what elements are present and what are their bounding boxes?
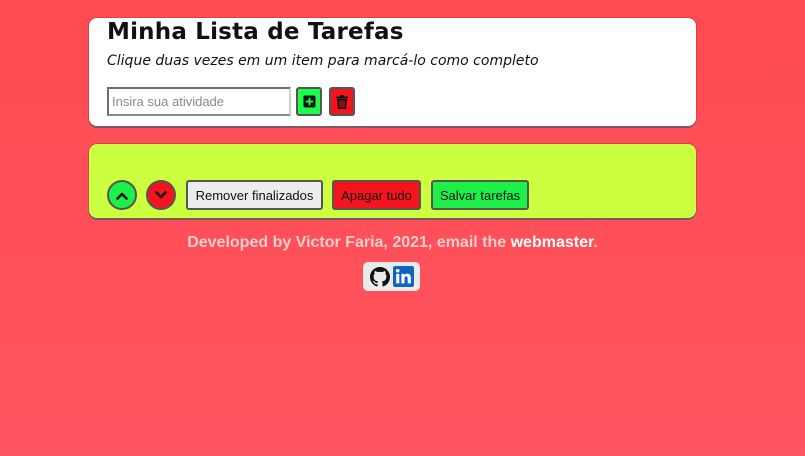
clear-all-button[interactable]: Apagar tudo: [332, 180, 421, 210]
plus-square-icon: [302, 95, 316, 108]
chevron-down-icon: [155, 190, 167, 198]
social-links: [363, 262, 420, 291]
linkedin-link[interactable]: [392, 266, 414, 287]
github-icon: [369, 266, 390, 287]
github-link[interactable]: [369, 266, 390, 287]
chevron-up-icon: [116, 192, 128, 200]
move-up-button[interactable]: [107, 180, 137, 210]
save-tasks-button[interactable]: Salvar tarefas: [431, 180, 529, 210]
remove-finished-button[interactable]: Remover finalizados: [186, 180, 323, 210]
task-list-panel: Remover finalizados Apagar tudo Salvar t…: [89, 144, 696, 218]
footer-credit: Developed by Victor Faria, 2021, email t…: [0, 234, 785, 252]
linkedin-icon: [392, 266, 414, 287]
footer-suffix: .: [593, 234, 598, 251]
webmaster-link[interactable]: webmaster: [511, 234, 594, 251]
move-down-button[interactable]: [146, 180, 176, 210]
task-input[interactable]: [107, 87, 291, 116]
trash-icon: [336, 94, 348, 109]
task-entry-card: Minha Lista de Tarefas Clique duas vezes…: [89, 18, 696, 126]
page-title: Minha Lista de Tarefas: [107, 19, 404, 45]
footer-credit-text: Developed by Victor Faria, 2021, email t…: [187, 234, 511, 251]
instructions-text: Clique duas vezes em um item para marcá-…: [107, 53, 539, 69]
delete-task-button[interactable]: [329, 87, 355, 116]
add-task-button[interactable]: [296, 87, 322, 116]
